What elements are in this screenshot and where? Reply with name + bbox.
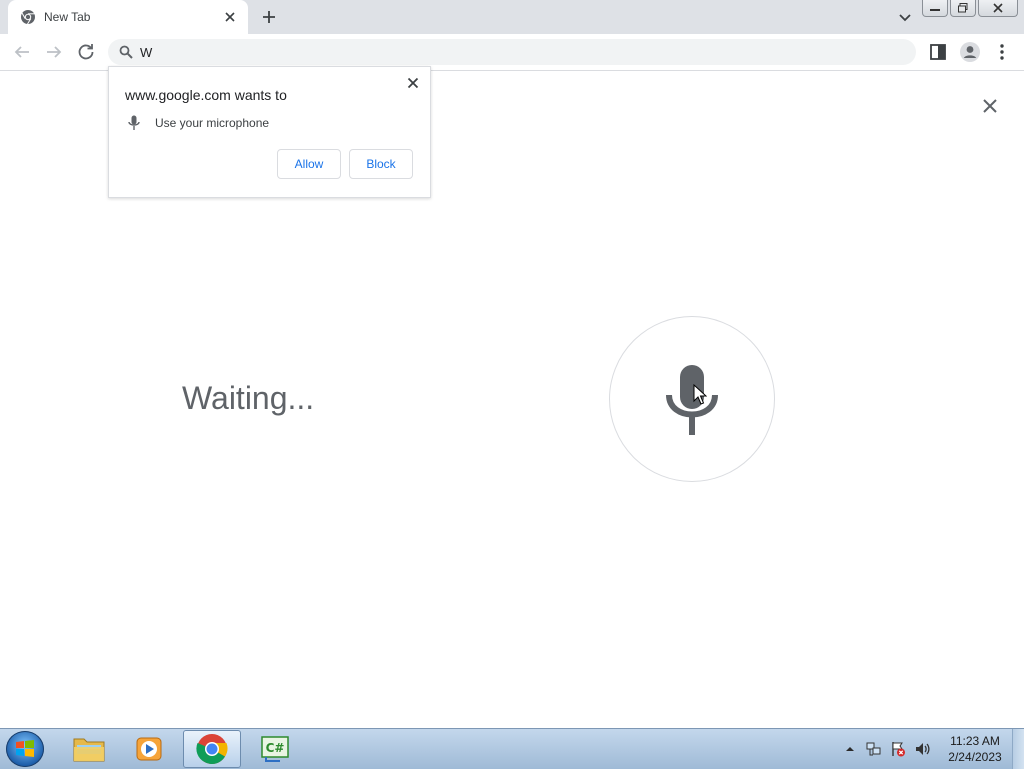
side-panel-icon[interactable]	[926, 40, 950, 64]
network-icon[interactable]	[866, 741, 882, 757]
more-menu-icon[interactable]	[990, 40, 1014, 64]
minimize-icon	[930, 9, 940, 11]
show-desktop-button[interactable]	[1012, 729, 1024, 769]
mouse-cursor-icon	[693, 384, 707, 405]
minimize-button[interactable]	[922, 0, 948, 17]
permission-description: Use your microphone	[155, 116, 270, 130]
clock-time: 11:23 AM	[950, 734, 1000, 748]
taskbar-chrome-button[interactable]	[183, 730, 241, 768]
svg-text:C#: C#	[266, 741, 285, 755]
folder-icon	[73, 738, 105, 762]
tab-strip: New Tab	[0, 0, 1024, 34]
chrome-favicon-icon	[21, 10, 35, 25]
window-controls	[922, 0, 1018, 18]
tab-close-icon[interactable]	[222, 9, 238, 25]
reload-icon[interactable]	[74, 40, 98, 64]
taskbar-csharp-button[interactable]: C#	[246, 730, 304, 768]
chrome-icon	[196, 734, 228, 765]
voice-search-close-icon[interactable]	[980, 96, 1000, 116]
block-button[interactable]: Block	[349, 149, 413, 179]
tab-search-chevron-icon[interactable]	[894, 6, 916, 28]
permission-origin-text: www.google.com wants to	[125, 87, 287, 103]
permission-close-icon[interactable]	[405, 75, 421, 91]
clock-date: 2/24/2023	[948, 750, 1002, 764]
start-button[interactable]	[6, 731, 44, 767]
action-center-flag-icon[interactable]	[890, 741, 906, 757]
close-window-button[interactable]	[978, 0, 1018, 17]
close-window-icon	[993, 3, 1003, 13]
windows-logo-icon	[16, 740, 34, 757]
voice-mic-button[interactable]	[609, 316, 775, 482]
taskbar-explorer-button[interactable]	[60, 730, 118, 768]
volume-icon[interactable]	[914, 741, 930, 757]
media-player-icon	[136, 737, 162, 761]
back-arrow-icon[interactable]	[10, 40, 34, 64]
new-tab-plus-icon[interactable]	[258, 6, 280, 28]
show-hidden-icons-icon[interactable]	[842, 741, 858, 757]
taskbar-media-player-button[interactable]	[120, 730, 178, 768]
microphone-small-icon	[128, 115, 140, 130]
tab-new-tab[interactable]: New Tab	[8, 0, 248, 34]
permission-prompt: www.google.com wants to Use your microph…	[108, 66, 431, 198]
voice-status-text: Waiting...	[182, 380, 315, 416]
omnibox-input[interactable]	[140, 42, 900, 62]
csharp-icon: C#	[261, 736, 289, 762]
forward-arrow-icon[interactable]	[42, 40, 66, 64]
restore-button[interactable]	[950, 0, 976, 17]
restore-icon	[958, 3, 968, 13]
windows-taskbar: C# 11:23 AM 2/24/2023	[0, 728, 1024, 769]
search-icon	[119, 45, 133, 59]
allow-button[interactable]: Allow	[277, 149, 341, 179]
omnibox[interactable]	[108, 39, 916, 65]
profile-avatar-icon[interactable]	[958, 40, 982, 64]
system-tray	[840, 729, 940, 769]
tab-title: New Tab	[44, 10, 91, 24]
microphone-icon	[666, 365, 718, 435]
taskbar-clock[interactable]: 11:23 AM 2/24/2023	[940, 733, 1010, 765]
